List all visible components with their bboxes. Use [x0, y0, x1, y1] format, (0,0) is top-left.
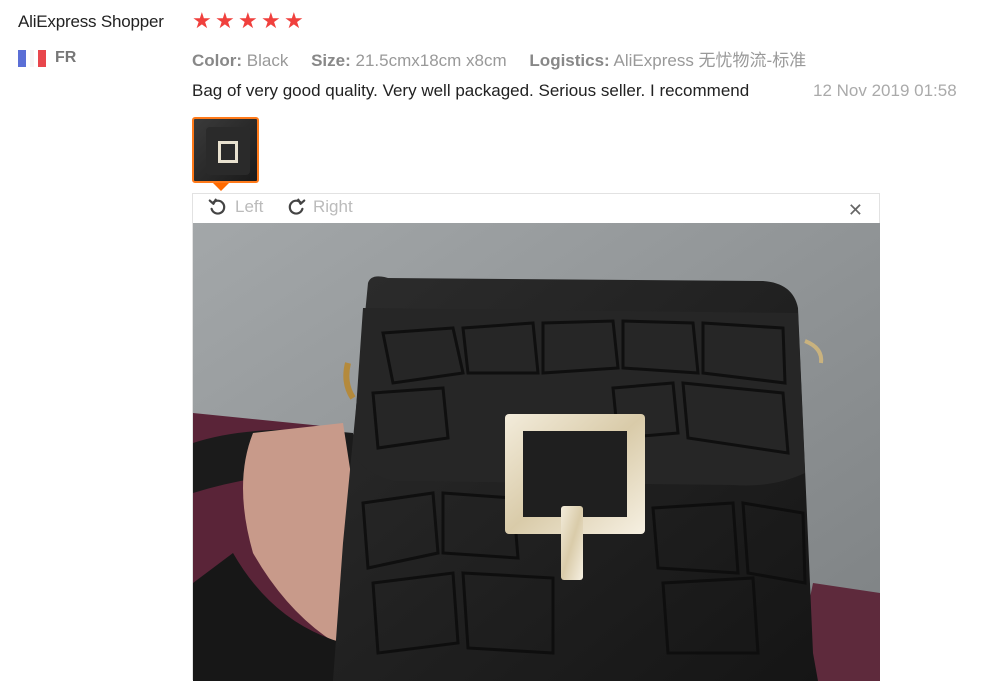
close-icon[interactable]: ✕: [848, 200, 863, 221]
rotate-right-label: Right: [313, 197, 353, 216]
review-photo-thumbnail[interactable]: [192, 117, 259, 183]
attribute-value: AliExpress 无忧物流-标准: [613, 51, 807, 70]
star-icon: ★: [261, 8, 281, 33]
rotate-left-button[interactable]: Left: [207, 196, 263, 218]
france-flag-icon: [18, 49, 46, 67]
country-code: FR: [55, 49, 77, 66]
rating-stars: ★ ★ ★ ★ ★: [192, 10, 304, 32]
rotate-left-icon: [208, 198, 226, 215]
attribute-key: Size:: [311, 51, 351, 70]
product-attributes: Color: Black Size: 21.5cmx18cm x8cm Logi…: [192, 46, 824, 71]
rotate-right-button[interactable]: Right: [285, 196, 353, 218]
rotate-right-icon: [288, 198, 306, 215]
star-icon: ★: [284, 8, 304, 33]
bag-photo-illustration: [193, 223, 880, 681]
attribute-value: 21.5cmx18cm x8cm: [355, 51, 507, 70]
star-icon: ★: [215, 8, 235, 33]
review-text: Bag of very good quality. Very well pack…: [192, 81, 750, 100]
reviewer-name: AliExpress Shopper: [18, 12, 164, 31]
thumbnail-selected-arrow: [213, 183, 229, 191]
attribute-size: Size: 21.5cmx18cm x8cm: [311, 51, 511, 70]
review-photo: [193, 223, 880, 681]
rotate-left-label: Left: [235, 197, 264, 216]
photo-viewer: Left Right ✕: [192, 193, 880, 681]
attribute-key: Logistics:: [529, 51, 610, 70]
reviewer-country: FR: [18, 49, 76, 67]
attribute-color: Color: Black: [192, 51, 293, 70]
attribute-logistics: Logistics: AliExpress 无忧物流-标准: [529, 51, 806, 70]
star-icon: ★: [238, 8, 258, 33]
review-date: 12 Nov 2019 01:58: [813, 81, 957, 100]
attribute-value: Black: [246, 51, 289, 70]
star-icon: ★: [192, 8, 212, 33]
attribute-key: Color:: [192, 51, 243, 70]
viewer-toolbar: Left Right ✕: [193, 194, 879, 222]
